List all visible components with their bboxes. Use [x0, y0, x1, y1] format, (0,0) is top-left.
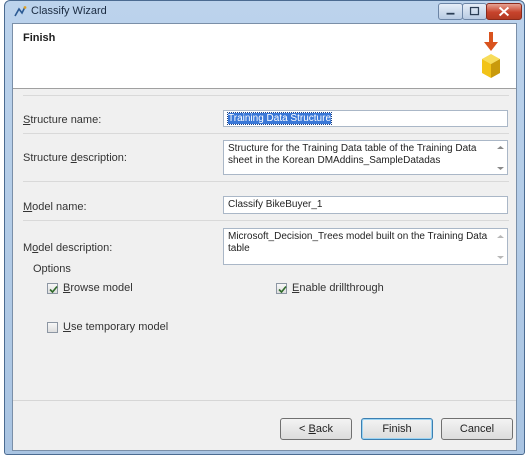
divider — [23, 220, 509, 221]
divider — [23, 133, 509, 134]
window-title: Classify Wizard — [31, 5, 107, 17]
model-name-label: Model name: — [23, 201, 87, 213]
minimize-icon — [446, 12, 455, 15]
model-description-value: Microsoft_Decision_Trees model built on … — [228, 231, 488, 254]
page-title: Finish — [23, 32, 56, 44]
model-description-textarea[interactable]: Microsoft_Decision_Trees model built on … — [223, 228, 508, 265]
maximize-icon — [469, 6, 480, 16]
textarea-scroll-arrows[interactable] — [496, 229, 505, 264]
finish-button[interactable]: Finish — [361, 418, 433, 440]
back-button[interactable]: < Back — [280, 418, 352, 440]
structure-name-value: Training Data Structure — [226, 112, 333, 125]
maximize-button[interactable] — [462, 3, 487, 20]
wizard-footer: < Back Finish Cancel — [13, 400, 516, 450]
browse-model-label[interactable]: Browse model — [63, 282, 133, 294]
browse-model-checkbox[interactable] — [47, 283, 58, 294]
cancel-button[interactable]: Cancel — [441, 418, 513, 440]
wizard-client-area: Finish Structure name: Training Data Str… — [12, 23, 517, 451]
use-temporary-model-checkbox[interactable] — [47, 322, 58, 333]
wizard-body: Structure name: Training Data Structure … — [13, 89, 516, 400]
model-name-value: Classify BikeBuyer_1 — [228, 199, 323, 210]
title-bar[interactable]: Classify Wizard — [5, 1, 524, 23]
enable-drillthrough-label[interactable]: Enable drillthrough — [292, 282, 384, 294]
checkmark-icon — [49, 285, 58, 294]
wizard-app-icon — [13, 5, 27, 19]
structure-name-input[interactable]: Training Data Structure — [223, 110, 508, 127]
structure-description-textarea[interactable]: Structure for the Training Data table of… — [223, 140, 508, 175]
wizard-header: Finish — [13, 24, 516, 89]
divider — [23, 181, 509, 182]
enable-drillthrough-checkbox[interactable] — [276, 283, 287, 294]
structure-name-label: Structure name: — [23, 114, 102, 126]
scroll-down-icon[interactable] — [496, 255, 505, 260]
textarea-scroll-arrows[interactable] — [496, 141, 505, 174]
classify-wizard-window: Classify Wizard Finish Structure name: T… — [4, 0, 525, 455]
structure-description-label: Structure description: — [23, 152, 127, 164]
checkmark-icon — [278, 285, 287, 294]
close-button[interactable] — [486, 3, 522, 20]
minimize-button[interactable] — [438, 3, 463, 20]
close-icon — [498, 6, 510, 17]
model-name-input[interactable]: Classify BikeBuyer_1 — [223, 196, 508, 214]
mining-model-arrow-cube-icon — [476, 26, 506, 86]
options-heading: Options — [33, 263, 71, 275]
model-description-label: Model description: — [23, 242, 113, 254]
use-temporary-model-label[interactable]: Use temporary model — [63, 321, 168, 333]
divider — [23, 95, 509, 96]
scroll-up-icon[interactable] — [496, 234, 505, 239]
scroll-down-icon[interactable] — [496, 166, 505, 171]
structure-description-value: Structure for the Training Data table of… — [228, 143, 477, 166]
scroll-up-icon[interactable] — [496, 145, 505, 150]
